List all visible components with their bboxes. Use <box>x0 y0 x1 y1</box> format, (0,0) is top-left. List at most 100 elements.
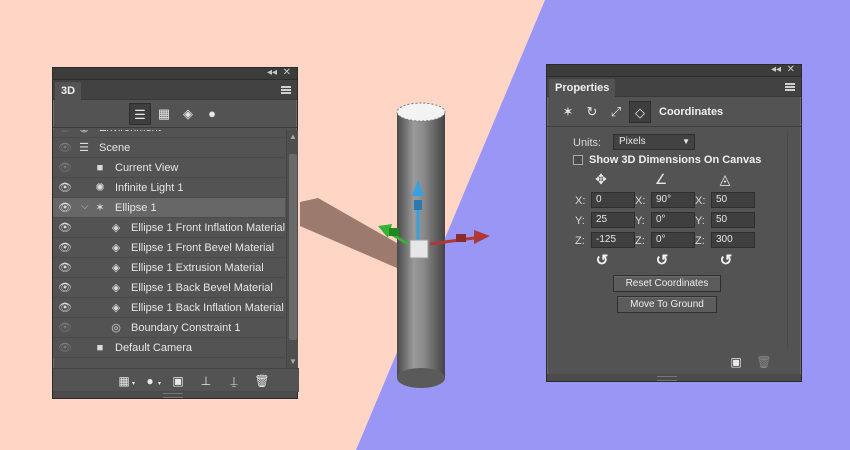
visibility-eye-icon[interactable]: 👁 <box>58 242 72 254</box>
tree-row-label: Scene <box>99 142 131 154</box>
tree-row[interactable]: 👁 ◎ Boundary Constraint 1 <box>53 318 285 338</box>
move-to-ground-button[interactable]: Move To Ground <box>617 296 717 313</box>
visibility-eye-icon[interactable]: 👁 <box>58 302 72 314</box>
reset-scale-icon[interactable]: ↺ <box>717 251 735 269</box>
visibility-eye-icon[interactable]: 👁 <box>58 322 72 334</box>
visibility-eye-icon[interactable]: 👁 <box>58 282 72 294</box>
scale-y-field[interactable]: 50 <box>711 212 755 228</box>
drop-to-ground-icon[interactable]: ⊥ <box>197 372 215 390</box>
visibility-eye-icon[interactable]: 👁 <box>58 342 72 354</box>
rot-z-field[interactable]: 0° <box>651 232 695 248</box>
scroll-down-icon[interactable]: ▼ <box>289 357 297 366</box>
visibility-eye-icon[interactable]: 👁 <box>58 222 72 234</box>
tree-scrollbar[interactable]: ▲ ▼ <box>286 130 298 368</box>
tree-row[interactable]: 👁 ◈ Ellipse 1 Front Inflation Material <box>53 218 285 238</box>
panel-tab-bar: Properties <box>547 77 801 97</box>
render-icon[interactable]: ▣ <box>169 372 187 390</box>
panel-resize-grip[interactable] <box>53 391 297 398</box>
scale-x-field[interactable]: 50 <box>711 192 755 208</box>
visibility-eye-icon[interactable]: 👁 <box>58 130 72 134</box>
mesh-icon: ✶ <box>95 202 105 214</box>
tree-row[interactable]: 👁 ◈ Ellipse 1 Back Bevel Material <box>53 278 285 298</box>
units-select[interactable]: Pixels ▼ <box>613 134 695 150</box>
add-light-icon[interactable]: ● ▾ <box>141 372 161 390</box>
delete-icon[interactable]: 🗑 <box>253 372 271 390</box>
close-icon[interactable]: ✕ <box>787 64 795 76</box>
panel-menu-icon[interactable] <box>785 83 795 91</box>
material-icon: ◈ <box>111 282 121 294</box>
panel-menu-icon[interactable] <box>281 86 291 94</box>
tree-row-label: Infinite Light 1 <box>115 182 184 194</box>
panel-resize-grip[interactable] <box>547 374 801 381</box>
show-dims-label: Show 3D Dimensions On Canvas <box>589 154 762 166</box>
tree-row-label: Boundary Constraint 1 <box>131 322 241 334</box>
units-value: Pixels <box>619 136 646 147</box>
scroll-thumb[interactable] <box>289 154 297 340</box>
visibility-eye-icon[interactable]: 👁 <box>58 162 72 174</box>
tree-row-label: Current View <box>115 162 179 174</box>
panel-tab-bar: 3D <box>53 80 297 100</box>
show-dims-checkbox[interactable] <box>573 155 583 165</box>
mesh-filter-icon[interactable]: ▦ <box>153 103 175 125</box>
constraint-icon[interactable]: ⍊ <box>225 372 243 390</box>
tab-properties[interactable]: Properties <box>549 79 616 97</box>
pos-y-label: Y: <box>575 215 585 227</box>
reset-rotation-icon[interactable]: ↺ <box>653 251 671 269</box>
tree-row-label: Ellipse 1 Extrusion Material <box>131 262 264 274</box>
scene-tree: 👁 ◉ Environment 👁 ☰ Scene 👁 ■ Current View 👁 ✺ Infi… <box>53 130 285 368</box>
tree-row[interactable]: 👁 ◈ Ellipse 1 Extrusion Material <box>53 258 285 278</box>
tree-row[interactable]: 👁 ☰ Scene <box>53 138 285 158</box>
expand-chevron-icon[interactable]: ⌵ <box>81 201 89 212</box>
rot-z-label: Z: <box>635 235 645 247</box>
pos-x-field[interactable]: 0 <box>591 192 635 208</box>
material-filter-icon[interactable]: ◈ <box>177 103 199 125</box>
deform-icon[interactable]: ↻ <box>581 101 603 123</box>
reset-position-icon[interactable]: ↺ <box>593 251 611 269</box>
position-icon: ✥ <box>595 171 607 187</box>
tree-row[interactable]: 👁 ■ Default Camera <box>53 338 285 358</box>
pos-z-label: Z: <box>575 235 585 247</box>
camera-icon: ■ <box>96 162 104 174</box>
light-filter-icon[interactable]: ● <box>201 103 223 125</box>
visibility-eye-icon[interactable]: 👁 <box>58 182 72 194</box>
collapse-icon[interactable]: ◂◂ <box>267 67 277 79</box>
reset-coordinates-button[interactable]: Reset Coordinates <box>613 275 721 292</box>
units-label: Units: <box>573 137 602 149</box>
collapse-icon[interactable]: ◂◂ <box>771 64 781 76</box>
tree-row[interactable]: 👁 ◈ Ellipse 1 Front Bevel Material <box>53 238 285 258</box>
chevron-down-icon: ▼ <box>682 137 690 146</box>
rot-x-field[interactable]: 90° <box>651 192 695 208</box>
properties-scrollbar[interactable] <box>787 131 799 349</box>
environment-icon: ◉ <box>77 130 91 135</box>
scale-x-label: X: <box>695 195 706 207</box>
visibility-eye-icon[interactable]: 👁 <box>58 262 72 274</box>
tree-row[interactable]: 👁 ■ Current View <box>53 158 285 178</box>
mesh-properties-icon[interactable]: ✶ <box>557 101 579 123</box>
tab-3d[interactable]: 3D <box>55 82 82 100</box>
panel-title-bar[interactable]: ◂◂ ✕ <box>547 64 801 77</box>
coordinates-icon[interactable]: ◇ <box>629 101 651 123</box>
close-icon[interactable]: ✕ <box>283 67 291 79</box>
material-icon: ◈ <box>111 262 121 274</box>
rot-y-field[interactable]: 0° <box>651 212 695 228</box>
section-title: Coordinates <box>659 106 724 118</box>
tree-row[interactable]: 👁 ⌵ ✶ Ellipse 1 <box>53 198 285 218</box>
panel-title-bar[interactable]: ◂◂ ✕ <box>53 67 297 80</box>
pos-y-field[interactable]: 25 <box>591 212 635 228</box>
scene-filter-icon[interactable]: ☰ <box>129 103 151 125</box>
tree-row[interactable]: 👁 ◈ Ellipse 1 Back Inflation Material <box>53 298 285 318</box>
pos-z-field[interactable]: -125 <box>591 232 635 248</box>
cap-icon[interactable]: ⤢ <box>605 101 627 123</box>
properties-panel: ◂◂ ✕ Properties ✶ ↻ ⤢ ◇ Coordinates Unit… <box>546 64 802 382</box>
visibility-eye-icon[interactable]: 👁 <box>58 142 72 154</box>
tree-row-label: Default Camera <box>115 342 193 354</box>
scroll-up-icon[interactable]: ▲ <box>289 132 297 141</box>
tree-row[interactable]: 👁 ◉ Environment <box>53 130 285 138</box>
visibility-eye-icon[interactable]: 👁 <box>58 202 72 214</box>
add-mesh-icon[interactable]: ▦ ▾ <box>115 372 135 390</box>
delete-icon[interactable]: 🗑 <box>755 353 773 371</box>
tree-row[interactable]: 👁 ✺ Infinite Light 1 <box>53 178 285 198</box>
scale-z-field[interactable]: 300 <box>711 232 755 248</box>
render-icon[interactable]: ▣ <box>727 353 745 371</box>
scene-icon: ☰ <box>79 142 89 154</box>
